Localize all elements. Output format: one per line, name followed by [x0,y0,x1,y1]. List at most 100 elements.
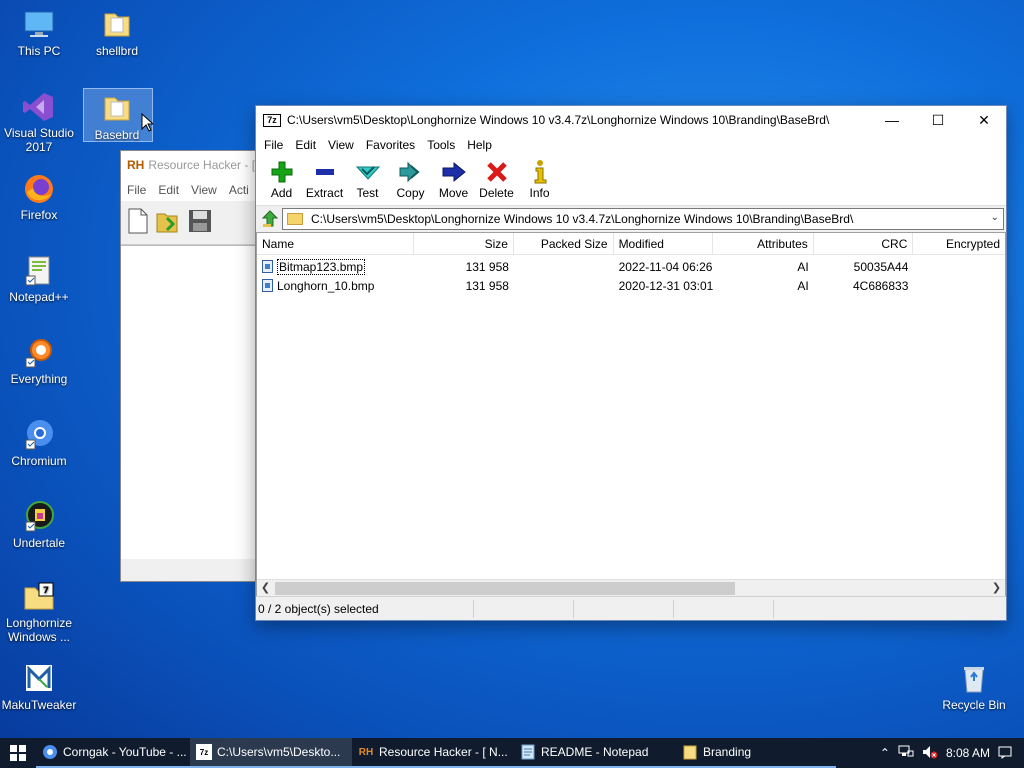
menu-file[interactable]: File [258,138,289,152]
status-segment [574,599,674,618]
delete-label: Delete [479,186,514,200]
info-icon [534,160,546,184]
cell-encrypted [913,277,1005,296]
resource-hacker-title: Resource Hacker - [ [148,158,256,172]
column-name[interactable]: Name [257,233,415,255]
file-name: Longhorn_10.bmp [277,279,375,293]
menu-edit[interactable]: Edit [158,183,179,197]
menu-action[interactable]: Acti [229,183,249,197]
extract-button[interactable]: Extract [303,156,346,200]
notepad-plus-plus-icon [22,254,56,288]
maximize-button[interactable]: ☐ [915,106,961,134]
desktop-icon-shellbrd[interactable]: shellbrd [79,8,155,58]
desktop-icon-everything[interactable]: Everything [1,336,77,386]
network-icon[interactable] [898,745,914,762]
table-row[interactable]: Bitmap123.bmp 131 958 2022-11-04 06:26 A… [257,258,1005,277]
open-folder-icon[interactable] [155,208,181,237]
desktop-icon-visual-studio[interactable]: Visual Studio 2017 [1,90,77,154]
column-attributes[interactable]: Attributes [713,233,814,255]
desktop-icon-undertale[interactable]: Undertale [1,500,77,550]
menu-help[interactable]: Help [461,138,498,152]
firefox-icon [22,172,56,206]
taskbar-item-resource-hacker[interactable]: RH Resource Hacker - [ N... [352,738,514,768]
info-button[interactable]: Info [518,156,561,200]
menu-file[interactable]: File [127,183,146,197]
up-folder-button[interactable] [258,208,282,230]
folder-icon [287,213,303,225]
copy-button[interactable]: Copy [389,156,432,200]
double-arrow-icon [399,161,420,183]
sevenzip-title-bar[interactable]: 7z C:\Users\vm5\Desktop\Longhornize Wind… [256,106,1006,134]
sevenzip-window[interactable]: 7z C:\Users\vm5\Desktop\Longhornize Wind… [255,105,1007,621]
test-button[interactable]: Test [346,156,389,200]
resource-hacker-window[interactable]: RH Resource Hacker - [ File Edit View Ac… [120,150,260,582]
sevenzip-icon: 7z [196,744,212,760]
taskbar-item-sevenzip[interactable]: 7z C:\Users\vm5\Deskto... [190,738,352,768]
cell-size: 131 958 [465,279,509,293]
column-size[interactable]: Size [414,233,514,255]
desktop-icon-label: shellbrd [95,44,139,58]
horizontal-scrollbar[interactable]: ❮ ❯ [257,579,1005,596]
chevron-down-icon[interactable]: ⌄ [991,212,999,223]
taskbar-item-notepad[interactable]: README - Notepad [514,738,676,768]
scroll-right-icon[interactable]: ❯ [988,580,1005,596]
recycle-bin-icon [957,662,991,696]
volume-muted-icon[interactable] [922,745,938,762]
computer-icon [22,8,56,42]
desktop-icon-chromium[interactable]: Chromium [1,418,77,468]
cell-crc: 4C686833 [852,279,909,293]
desktop-icon-longhornize[interactable]: 7 Longhornize Windows ... [1,580,77,644]
add-button[interactable]: Add [260,156,303,200]
minimize-button[interactable]: — [869,106,915,134]
column-crc[interactable]: CRC [814,233,914,255]
taskbar-item-branding-folder[interactable]: Branding [676,738,836,768]
desktop-icon-recycle-bin[interactable]: Recycle Bin [936,662,1012,712]
menu-tools[interactable]: Tools [421,138,461,152]
desktop-icon-firefox[interactable]: Firefox [1,172,77,222]
resource-hacker-title-bar[interactable]: RH Resource Hacker - [ [121,151,259,179]
undertale-icon [22,500,56,534]
file-list[interactable]: Name Size Packed Size Modified Attribute… [256,232,1006,597]
cell-encrypted [913,258,1005,277]
resource-hacker-tree-pane[interactable] [121,245,259,559]
column-modified[interactable]: Modified [614,233,714,255]
close-button[interactable]: ✕ [961,106,1007,134]
sevenzip-logo-icon: 7z [263,113,281,127]
file-name: Bitmap123.bmp [277,259,366,275]
cell-packed-size [514,258,614,277]
desktop-icon-this-pc[interactable]: This PC [1,8,77,58]
column-packed-size[interactable]: Packed Size [514,233,614,255]
scrollbar-thumb[interactable] [275,582,735,595]
clock[interactable]: 8:08 AM [946,746,990,760]
menu-bar: File Edit View Favorites Tools Help [256,134,1006,156]
new-file-icon[interactable] [127,208,149,237]
info-label: Info [529,186,550,200]
menu-view[interactable]: View [191,183,217,197]
address-bar[interactable]: C:\Users\vm5\Desktop\Longhornize Windows… [282,208,1004,230]
taskbar-item-label: C:\Users\vm5\Deskto... [217,745,341,759]
notification-icon[interactable] [998,745,1012,762]
menu-favorites[interactable]: Favorites [360,138,421,152]
window-title: C:\Users\vm5\Desktop\Longhornize Windows… [287,113,830,127]
cell-size: 131 958 [465,260,509,274]
taskbar-item-chromium[interactable]: Corngak - YouTube - ... [36,738,190,768]
desktop-icon-label: Notepad++ [9,290,69,304]
chevron-up-icon[interactable]: ⌃ [880,746,890,760]
menu-edit[interactable]: Edit [289,138,322,152]
menu-view[interactable]: View [322,138,360,152]
desktop-icon-label: Longhornize Windows ... [5,616,73,644]
desktop-icon-makutweaker[interactable]: MakuTweaker [1,662,77,712]
cell-name: Longhorn_10.bmp [257,277,414,296]
desktop-icon-label: Chromium [11,454,67,468]
folder-icon [100,8,134,42]
scroll-left-icon[interactable]: ❮ [257,580,274,596]
start-button[interactable] [0,738,36,768]
save-icon[interactable] [187,208,213,237]
move-button[interactable]: Move [432,156,475,200]
delete-button[interactable]: Delete [475,156,518,200]
visual-studio-icon [22,90,56,124]
desktop-icon-notepad-plus-plus[interactable]: Notepad++ [1,254,77,304]
desktop-icon-label: Undertale [12,536,66,550]
table-row[interactable]: Longhorn_10.bmp 131 958 2020-12-31 03:01… [257,277,1005,296]
column-encrypted[interactable]: Encrypted [913,233,1005,255]
